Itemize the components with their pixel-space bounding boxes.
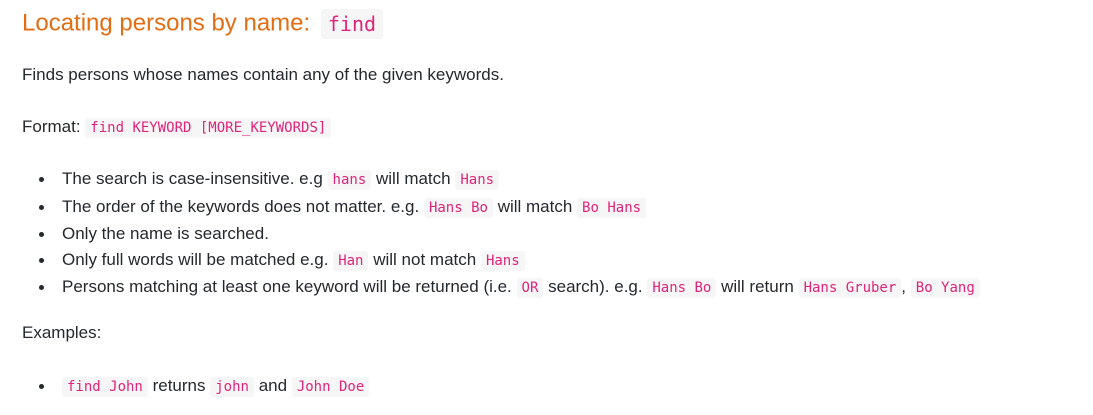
rules-list: The search is case-insensitive. e.g hans… bbox=[22, 166, 980, 302]
format-label: Format: bbox=[22, 117, 81, 136]
list-item: The search is case-insensitive. e.g hans… bbox=[22, 166, 980, 194]
rule-text: will not match bbox=[373, 249, 477, 269]
inline-code: Bo Yang bbox=[910, 278, 980, 298]
inline-code: OR bbox=[516, 278, 544, 298]
list-item: Persons matching at least one keyword wi… bbox=[22, 274, 980, 302]
inline-code: Bo Hans bbox=[577, 197, 647, 218]
heading-command-code: find bbox=[320, 8, 384, 39]
inline-code: find John bbox=[62, 377, 148, 397]
format-line: Format: find KEYWORD [MORE_KEYWORDS] bbox=[22, 116, 332, 139]
example-text: returns bbox=[152, 376, 206, 395]
rule-text: Persons matching at least one keyword wi… bbox=[62, 277, 512, 296]
example-text: and bbox=[258, 376, 288, 395]
inline-code: Hans Bo bbox=[647, 278, 717, 298]
list-item: Only full words will be matched e.g. Han… bbox=[22, 247, 980, 275]
list-item: The order of the keywords does not matte… bbox=[22, 194, 980, 222]
heading-text: Locating persons by name: bbox=[22, 9, 311, 37]
inline-code: Hans bbox=[480, 250, 525, 271]
rule-text: The search is case-insensitive. e.g bbox=[62, 169, 323, 188]
inline-code: Hans Bo bbox=[423, 197, 493, 218]
list-item: Only the name is searched. bbox=[22, 221, 980, 247]
examples-list: find John returns john and John Doe bbox=[22, 373, 370, 401]
rule-text: The order of the keywords does not matte… bbox=[62, 196, 420, 216]
inline-code: Hans Gruber bbox=[798, 278, 902, 298]
rule-text: search). e.g. bbox=[548, 277, 643, 296]
inline-code: john bbox=[210, 377, 254, 397]
rule-text: , bbox=[901, 277, 907, 296]
inline-code: hans bbox=[327, 170, 372, 190]
rule-text: Only full words will be matched e.g. bbox=[62, 249, 329, 269]
format-code: find KEYWORD [MORE_KEYWORDS] bbox=[85, 118, 332, 138]
command-description: Finds persons whose names contain any of… bbox=[22, 65, 504, 84]
rule-text: will return bbox=[721, 277, 794, 296]
rule-text: will match bbox=[375, 169, 451, 188]
list-item: find John returns john and John Doe bbox=[22, 373, 370, 401]
rule-text: will match bbox=[497, 196, 573, 216]
examples-label: Examples: bbox=[22, 323, 102, 342]
inline-code: John Doe bbox=[291, 377, 370, 397]
rule-text: Only the name is searched. bbox=[62, 224, 269, 243]
section-heading: Locating persons by name: find bbox=[22, 8, 384, 39]
inline-code: Hans bbox=[455, 170, 500, 190]
inline-code: Han bbox=[333, 250, 369, 271]
